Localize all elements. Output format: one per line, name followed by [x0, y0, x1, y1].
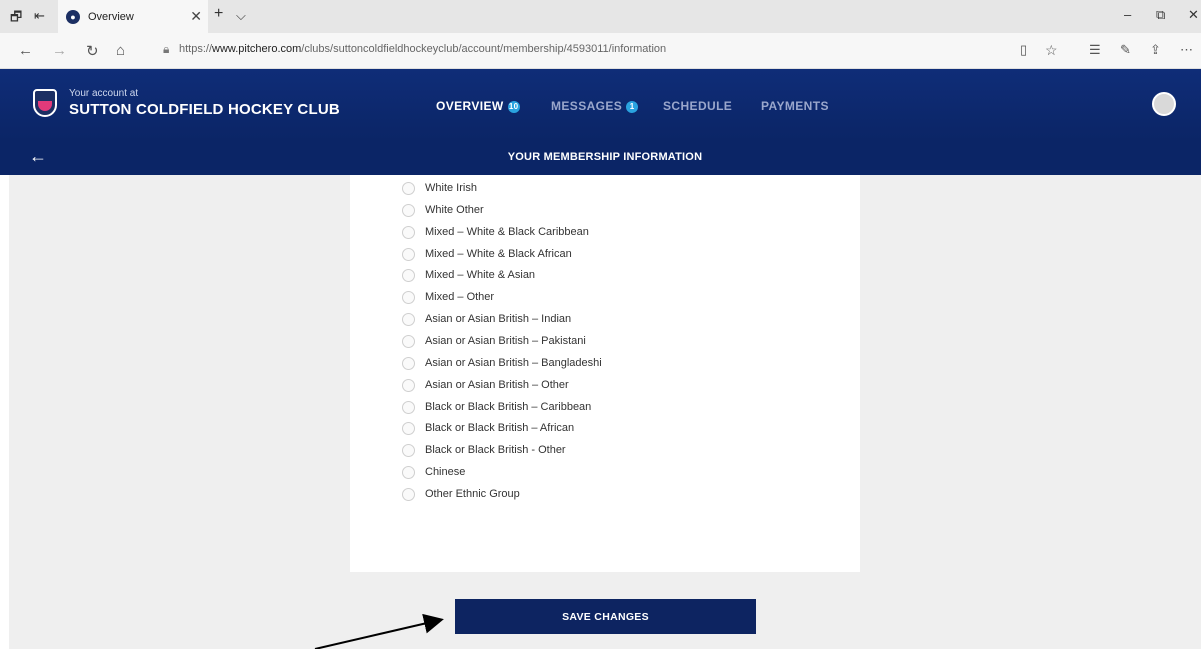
annotation-arrow-icon	[314, 613, 444, 649]
